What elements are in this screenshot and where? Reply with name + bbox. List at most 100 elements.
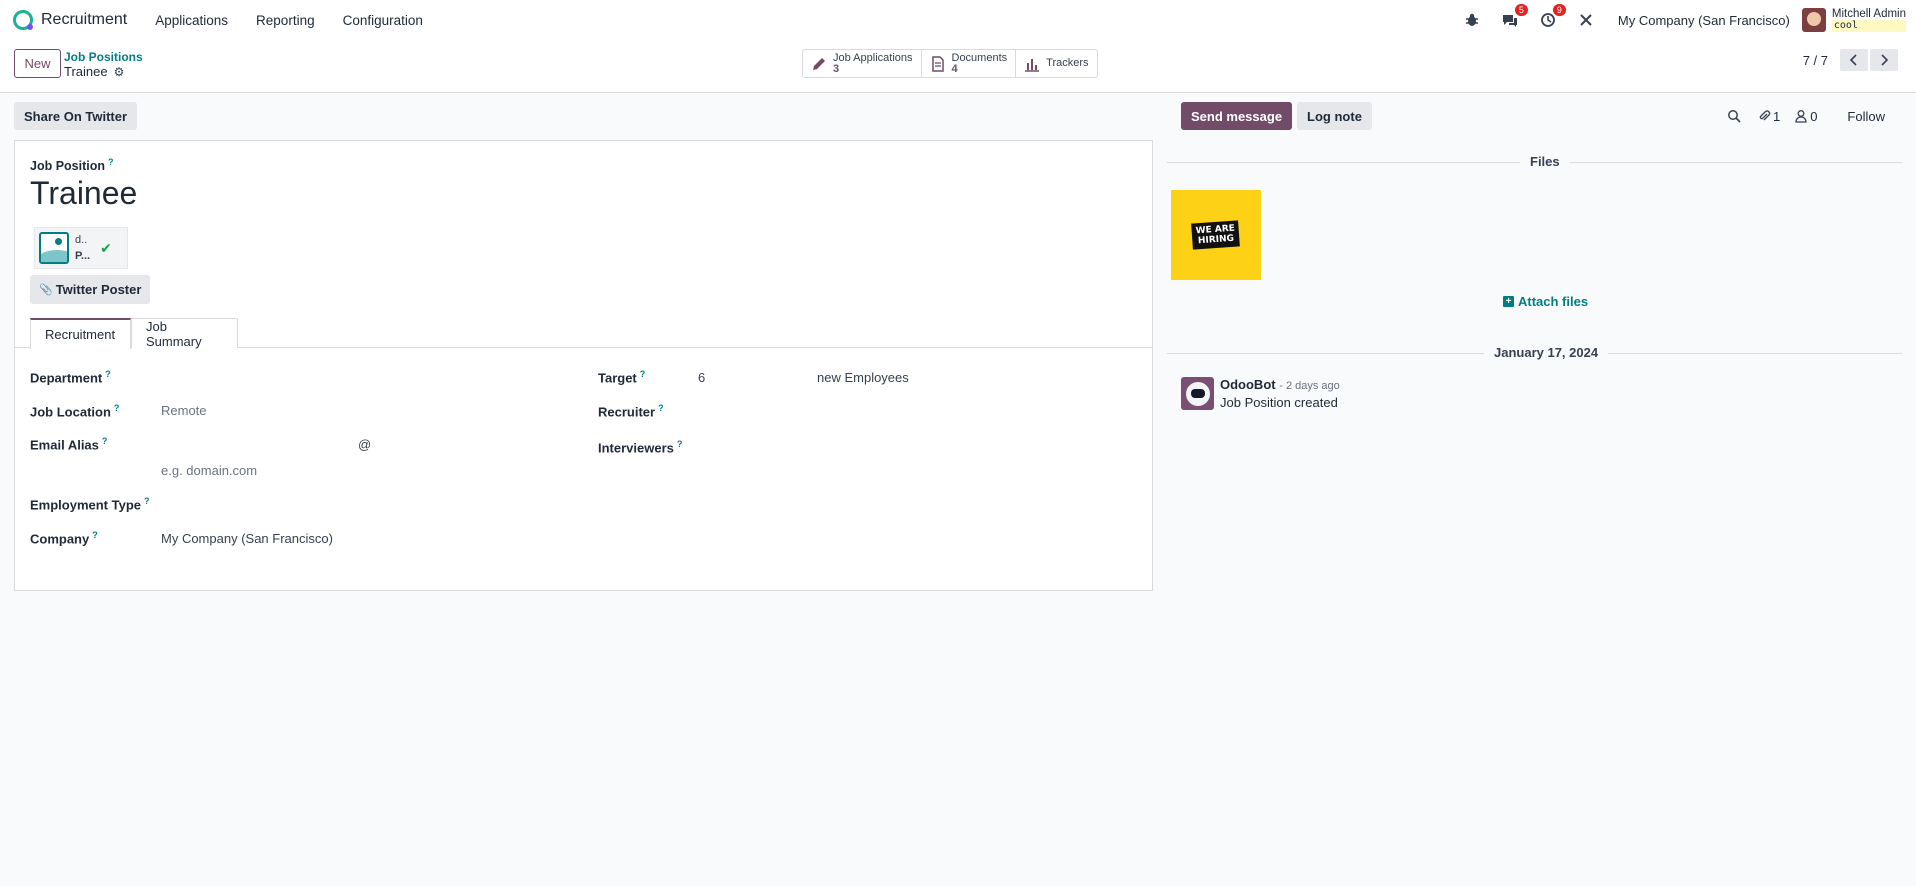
new-button[interactable]: New [14, 49, 61, 78]
log-note-button[interactable]: Log note [1297, 102, 1372, 130]
attachment-name-line2: P... [75, 250, 91, 262]
tab-recruitment-label: Recruitment [45, 327, 116, 342]
bar-chart-icon [1025, 58, 1040, 72]
chatter-actions: Send message Log note [1181, 102, 1372, 130]
attachment-name-line1: d.. [75, 234, 88, 246]
messages-badge: 5 [1514, 4, 1528, 16]
files-section-title: Files [1520, 154, 1570, 169]
activities-clock-icon[interactable]: 9 [1538, 4, 1566, 30]
form-statusbar: Share On Twitter [14, 102, 138, 130]
target-unit-label: new Employees [817, 370, 909, 385]
user-meta: Mitchell Admin cool [1831, 8, 1906, 32]
tab-recruitment[interactable]: Recruitment [30, 318, 131, 349]
plus-square-icon: + [1503, 296, 1514, 307]
trackers-label: Trackers [1046, 57, 1089, 69]
send-message-button[interactable]: Send message [1181, 102, 1293, 130]
message-date: - 2 days ago [1279, 380, 1340, 392]
help-tooltip-icon[interactable]: ? [108, 157, 114, 167]
user-menu[interactable]: Mitchell Admin cool [1801, 8, 1906, 32]
interviewers-label-text: Interviewers [598, 440, 674, 456]
document-icon [931, 55, 944, 72]
menu-applications[interactable]: Applications [155, 13, 228, 28]
user-name: Mitchell Admin [1831, 8, 1906, 20]
department-label: Department? [30, 369, 111, 385]
check-icon: ✔ [100, 239, 112, 256]
company-label-text: Company [30, 531, 90, 547]
gear-icon[interactable]: ⚙ [114, 64, 125, 80]
breadcrumb-job-positions[interactable]: Job Positions [64, 50, 143, 64]
department-label-text: Department [30, 370, 103, 386]
hiring-sign: WE ARE HIRING [1191, 220, 1241, 250]
menu-configuration[interactable]: Configuration [343, 13, 423, 28]
pager-value[interactable]: 7 / 7 [1803, 53, 1828, 68]
tab-job-summary[interactable]: Job Summary [131, 318, 238, 349]
search-messages-button[interactable] [1727, 109, 1743, 123]
twitter-poster-button[interactable]: 📎 Twitter Poster [30, 275, 151, 304]
email-alias-label: Email Alias? [30, 436, 107, 452]
company-input[interactable]: My Company (San Francisco) [161, 531, 333, 546]
target-input[interactable]: 6 [698, 370, 705, 385]
recruiter-label: Recruiter? [598, 403, 664, 419]
twitter-poster-label: Twitter Poster [55, 282, 142, 297]
attach-files-label: Attach files [1518, 294, 1589, 309]
help-tooltip-icon[interactable]: ? [677, 439, 683, 449]
date-separator: January 17, 2024 [1484, 345, 1609, 360]
pager-next-button[interactable] [1870, 49, 1898, 71]
email-alias-label-text: Email Alias [30, 437, 99, 453]
help-tooltip-icon[interactable]: ? [105, 369, 111, 379]
recruiter-label-text: Recruiter [598, 404, 656, 420]
help-tooltip-icon[interactable]: ? [92, 530, 98, 540]
pencil-icon [813, 57, 825, 70]
odoobot-avatar[interactable] [1181, 377, 1214, 410]
debug-tools-icon[interactable] [1576, 10, 1596, 30]
target-label: Target? [598, 369, 645, 385]
help-tooltip-icon[interactable]: ? [144, 496, 150, 506]
job-applications-smart-button[interactable]: Job Applications 3 [803, 50, 922, 77]
message-text: Job Position created [1220, 395, 1338, 410]
share-on-twitter-button[interactable]: Share On Twitter [14, 102, 138, 130]
attachment-card[interactable]: d.. P... ✔ [34, 227, 128, 269]
app-name[interactable]: Recruitment [41, 11, 127, 29]
attachment-names: d.. P... [75, 232, 90, 264]
we-are-hiring-image[interactable]: WE ARE HIRING [1171, 190, 1261, 280]
pager-previous-button[interactable] [1840, 49, 1868, 71]
bug-icon[interactable] [1462, 10, 1482, 30]
messages-icon[interactable]: 5 [1500, 4, 1528, 30]
job-position-label: Job Position? [30, 157, 114, 173]
attach-files-button[interactable]: + Attach files [1503, 294, 1588, 309]
message-author[interactable]: OdooBot [1220, 377, 1276, 392]
job-location-input[interactable]: Remote [161, 403, 207, 418]
smart-buttons: Job Applications 3 Documents 4 Trackers [802, 49, 1098, 78]
breadcrumb-current: Trainee ⚙ [64, 64, 143, 80]
help-tooltip-icon[interactable]: ? [102, 436, 108, 446]
documents-smart-button[interactable]: Documents 4 [922, 50, 1017, 77]
documents-count: 4 [951, 62, 958, 75]
company-label: Company? [30, 530, 98, 546]
top-navbar: Recruitment Applications Reporting Confi… [0, 0, 1916, 40]
job-position-title-input[interactable]: Trainee [30, 175, 137, 212]
attachments-button[interactable]: 1 [1757, 109, 1780, 124]
followers-button[interactable]: 0 [1794, 109, 1817, 124]
user-avatar [1801, 8, 1826, 32]
menu-reporting[interactable]: Reporting [256, 13, 315, 28]
job-applications-count: 3 [833, 62, 840, 75]
employment-type-label-text: Employment Type [30, 497, 142, 513]
chatter-tools: 1 0 Follow [1713, 102, 1885, 130]
employment-type-label: Employment Type? [30, 496, 150, 512]
help-tooltip-icon[interactable]: ? [114, 403, 120, 413]
help-tooltip-icon[interactable]: ? [640, 369, 646, 379]
follow-button[interactable]: Follow [1847, 109, 1885, 124]
trackers-text: Trackers [1046, 58, 1088, 69]
help-tooltip-icon[interactable]: ? [658, 403, 664, 413]
alias-domain-input[interactable]: e.g. domain.com [161, 463, 257, 478]
trackers-smart-button[interactable]: Trackers [1016, 50, 1096, 77]
paperclip-icon [1759, 110, 1771, 121]
documents-label: Documents [951, 51, 1008, 64]
target-label-text: Target [598, 370, 637, 386]
message-body: OdooBot - 2 days ago Job Position create… [1220, 377, 1340, 410]
paperclip-icon: 📎 [39, 284, 53, 296]
recruitment-logo-icon [13, 10, 33, 30]
company-switcher[interactable]: My Company (San Francisco) [1618, 13, 1790, 28]
app-brand[interactable]: Recruitment [13, 10, 155, 30]
search-icon [1728, 110, 1741, 123]
